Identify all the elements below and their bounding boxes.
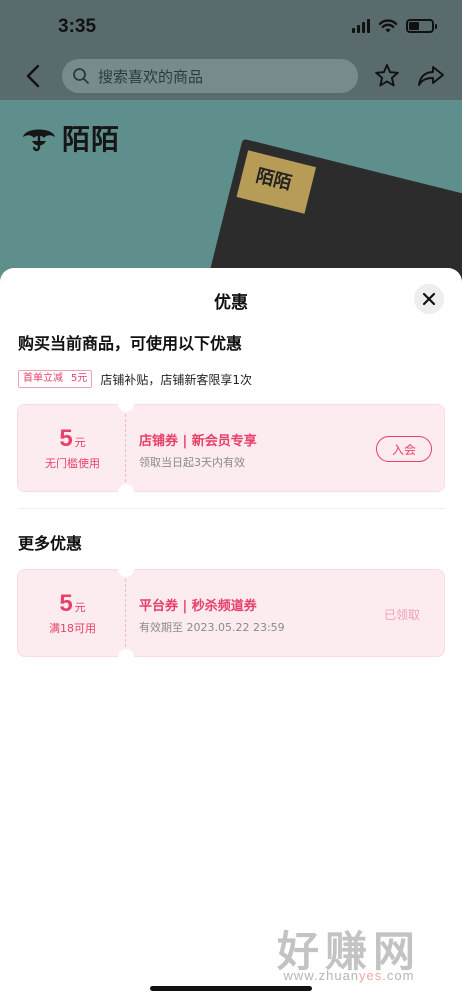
coupon-amount-unit: 元	[74, 601, 86, 614]
coupon-amount: 5 元	[59, 425, 85, 453]
promo-tag-label: 首单立减	[23, 373, 63, 384]
coupon-condition: 满18可用	[49, 622, 96, 635]
product-backdrop: 3:35 搜索喜欢的商品 陌陌 陌陌	[0, 0, 462, 300]
watermark-url-prefix: www.zhuan	[283, 968, 360, 983]
watermark-url: www.zhuanyes.com	[254, 968, 444, 983]
coupon-amount-panel: 5 元 无门槛使用	[17, 404, 127, 492]
search-input[interactable]: 搜索喜欢的商品	[62, 59, 358, 93]
status-icons	[352, 18, 437, 34]
brand-logo: 陌陌	[22, 118, 120, 158]
section-more-heading: 更多优惠	[18, 534, 83, 553]
first-order-promo: 首单立减 5元 店铺补贴，店铺新客限享1次	[18, 370, 252, 388]
promo-tag-value: 5元	[71, 373, 88, 384]
battery-icon	[406, 19, 437, 33]
coupon-amount: 5 元	[59, 590, 85, 618]
umbrella-logo-icon	[23, 129, 55, 152]
claimed-status: 已领取	[384, 608, 421, 622]
watermark-url-suffix: .com	[382, 968, 415, 983]
promo-tag: 首单立减 5元	[18, 370, 93, 388]
coupon-notch	[118, 396, 134, 412]
star-icon[interactable]	[373, 62, 401, 90]
back-icon[interactable]	[20, 62, 48, 90]
wifi-icon	[378, 19, 398, 33]
coupon-title: 店铺券 | 新会员专享	[139, 434, 257, 449]
coupon-title: 平台券 | 秒杀频道券	[139, 599, 257, 614]
coupon-info-panel: 平台券 | 秒杀频道券 有效期至 2023.05.22 23:59 已领取	[125, 569, 445, 657]
coupon-validity: 有效期至 2023.05.22 23:59	[139, 621, 285, 634]
coupon-amount-unit: 元	[74, 436, 86, 449]
status-time: 3:35	[58, 16, 97, 37]
search-placeholder: 搜索喜欢的商品	[98, 67, 204, 86]
nav-bar: 搜索喜欢的商品	[0, 56, 462, 96]
signal-icon	[352, 19, 370, 33]
coupon-amount-value: 5	[59, 425, 73, 452]
watermark-url-highlight: yes	[359, 968, 383, 983]
coupon-amount-value: 5	[59, 590, 73, 617]
search-icon	[73, 68, 89, 84]
coupon-info-panel: 店铺券 | 新会员专享 领取当日起3天内有效 入会	[125, 404, 445, 492]
platform-coupon: 5 元 满18可用 平台券 | 秒杀频道券 有效期至 2023.05.22 23…	[17, 561, 445, 665]
brand-name: 陌陌	[62, 123, 121, 156]
section-divider	[18, 508, 444, 509]
site-watermark: 好赚网 www.zhuanyes.com	[254, 918, 444, 990]
coupon-amount-panel: 5 元 满18可用	[17, 569, 127, 657]
coupon-validity: 领取当日起3天内有效	[139, 456, 245, 469]
promo-description: 店铺补贴，店铺新客限享1次	[100, 372, 253, 387]
status-bar: 3:35	[0, 0, 462, 52]
close-button[interactable]	[414, 284, 444, 314]
section-current-heading: 购买当前商品，可使用以下优惠	[18, 334, 243, 353]
offers-sheet: 优惠 购买当前商品，可使用以下优惠 首单立减 5元 店铺补贴，店铺新客限享1次 …	[0, 268, 462, 1000]
close-icon	[422, 292, 436, 306]
join-membership-button[interactable]: 入会	[376, 436, 432, 462]
home-indicator[interactable]	[150, 986, 312, 991]
coupon-condition: 无门槛使用	[45, 457, 100, 470]
store-coupon: 5 元 无门槛使用 店铺券 | 新会员专享 领取当日起3天内有效 入会	[17, 396, 445, 500]
coupon-notch	[118, 649, 134, 665]
coupon-notch	[118, 484, 134, 500]
share-icon[interactable]	[416, 62, 446, 90]
coupon-notch	[118, 561, 134, 577]
sheet-title: 优惠	[214, 293, 248, 313]
